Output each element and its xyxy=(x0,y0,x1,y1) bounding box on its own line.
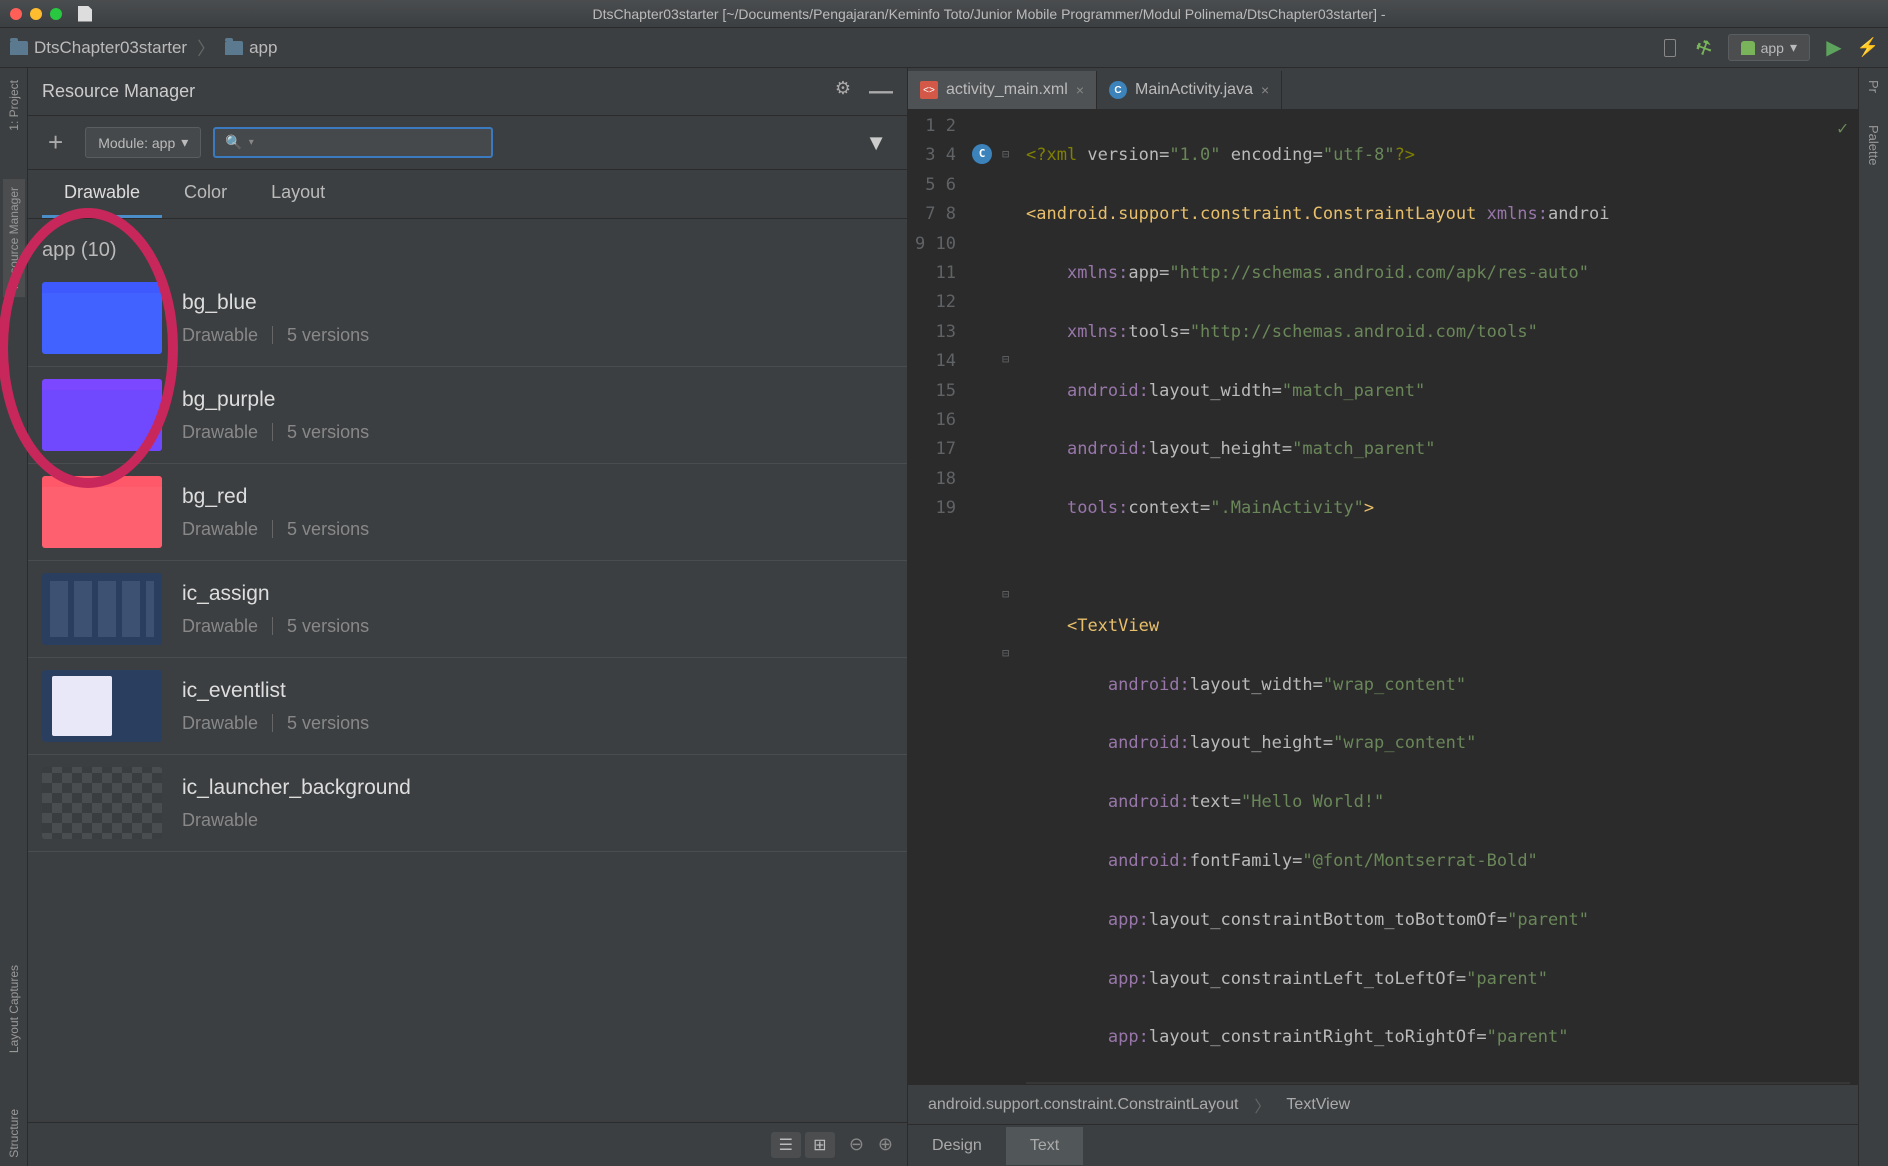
apply-changes-button[interactable]: ⚡ xyxy=(1858,38,1878,58)
close-window-button[interactable] xyxy=(10,8,22,20)
breadcrumb-child[interactable]: TextView xyxy=(1286,1096,1350,1114)
java-file-icon: C xyxy=(1109,81,1127,99)
grid-view-button[interactable]: ⊞ xyxy=(805,1132,835,1158)
resource-manager-tool-button[interactable]: Resource Manager xyxy=(3,179,25,297)
add-resource-button[interactable]: + xyxy=(38,127,73,158)
maximize-window-button[interactable] xyxy=(50,8,62,20)
chevron-right-icon: 〉 xyxy=(1254,1093,1270,1117)
resource-thumbnail xyxy=(42,573,162,645)
editor-container: <> activity_main.xml × C MainActivity.ja… xyxy=(908,68,1858,1166)
right-tool-rail: Pr Palette xyxy=(1858,68,1888,1166)
project-tool-button[interactable]: 1: Project xyxy=(3,72,25,139)
filter-icon[interactable]: ▼ xyxy=(865,130,887,156)
folder-icon xyxy=(10,41,28,55)
toolbar-right: ⚒ app ▾ ▶ ⚡ xyxy=(1660,34,1878,61)
editor-tab-xml[interactable]: <> activity_main.xml × xyxy=(908,71,1097,109)
close-tab-icon[interactable]: × xyxy=(1261,82,1269,98)
element-breadcrumb: android.support.constraint.ConstraintLay… xyxy=(908,1084,1858,1124)
gear-icon[interactable]: ⚙ xyxy=(835,78,851,106)
minimize-window-button[interactable] xyxy=(30,8,42,20)
palette-tool-button[interactable]: Palette xyxy=(1862,119,1885,171)
line-gutter: 1 2 3 4 5 6 7 8 9 10 11 12 13 14 15 16 1… xyxy=(908,110,968,1084)
editor-tabs: <> activity_main.xml × C MainActivity.ja… xyxy=(908,68,1858,110)
device-icon[interactable] xyxy=(1660,38,1680,58)
layout-captures-tool-button[interactable]: Layout Captures xyxy=(3,957,25,1061)
resource-item[interactable]: ic_launcher_background Drawable xyxy=(28,755,907,852)
resource-thumbnail xyxy=(42,282,162,354)
panel-footer: ☰ ⊞ ⊖ ⊕ xyxy=(28,1122,907,1166)
left-tool-rail: 1: Project Resource Manager Layout Captu… xyxy=(0,68,28,1166)
navigation-bar: DtsChapter03starter 〉 app ⚒ app ▾ ▶ ⚡ xyxy=(0,28,1888,68)
check-icon: ✓ xyxy=(1837,114,1848,143)
class-badge-icon[interactable]: C xyxy=(972,144,992,164)
fold-icon[interactable]: ⊟ xyxy=(1002,639,1009,668)
design-text-tabs: Design Text xyxy=(908,1124,1858,1166)
tab-drawable[interactable]: Drawable xyxy=(42,170,162,218)
resource-manager-panel: Resource Manager ⚙ — + Module: app ▾ 🔍 ▾… xyxy=(28,68,908,1166)
panel-title: Resource Manager xyxy=(42,81,195,102)
breadcrumb-project[interactable]: DtsChapter03starter xyxy=(10,38,187,58)
resource-thumbnail xyxy=(42,670,162,742)
close-tab-icon[interactable]: × xyxy=(1076,82,1084,98)
resource-tabs: Drawable Color Layout xyxy=(28,170,907,219)
resource-item[interactable]: bg_blue Drawable5 versions xyxy=(28,270,907,367)
breadcrumb-parent[interactable]: android.support.constraint.ConstraintLay… xyxy=(928,1096,1238,1114)
xml-file-icon: <> xyxy=(920,81,938,99)
zoom-in-button[interactable]: ⊕ xyxy=(878,1134,893,1155)
tab-layout[interactable]: Layout xyxy=(249,170,347,218)
tab-design[interactable]: Design xyxy=(908,1127,1006,1165)
section-header: app (10) xyxy=(28,219,907,270)
breadcrumb: DtsChapter03starter 〉 app xyxy=(10,35,277,61)
fold-icon[interactable]: ⊟ xyxy=(1002,140,1009,169)
module-selector[interactable]: Module: app ▾ xyxy=(85,127,201,158)
chevron-down-icon: ▾ xyxy=(1790,39,1797,56)
zoom-out-button[interactable]: ⊖ xyxy=(849,1134,864,1155)
chevron-right-icon: 〉 xyxy=(197,35,215,61)
resource-item[interactable]: ic_eventlist Drawable5 versions xyxy=(28,658,907,755)
folder-icon xyxy=(225,41,243,55)
code-editor[interactable]: ✓ 1 2 3 4 5 6 7 8 9 10 11 12 13 14 15 16… xyxy=(908,110,1858,1084)
android-icon xyxy=(1741,41,1755,55)
resource-item[interactable]: ic_assign Drawable5 versions xyxy=(28,561,907,658)
document-icon xyxy=(78,6,92,22)
structure-tool-button[interactable]: Structure xyxy=(3,1101,25,1166)
resource-thumbnail xyxy=(42,476,162,548)
list-view-button[interactable]: ☰ xyxy=(771,1132,801,1158)
fold-icon[interactable]: ⊟ xyxy=(1002,580,1009,609)
resource-thumbnail xyxy=(42,379,162,451)
code-area[interactable]: <?xml version="1.0" encoding="utf-8"?> <… xyxy=(1018,110,1858,1084)
chevron-down-icon: ▾ xyxy=(249,137,254,148)
hide-panel-button[interactable]: — xyxy=(869,78,893,106)
panel-header: Resource Manager ⚙ — xyxy=(28,68,907,116)
resource-list: bg_blue Drawable5 versions bg_purple Dra… xyxy=(28,270,907,1122)
titlebar: DtsChapter03starter [~/Documents/Pengaja… xyxy=(0,0,1888,28)
resource-item[interactable]: bg_red Drawable5 versions xyxy=(28,464,907,561)
fold-icon[interactable]: ⊟ xyxy=(1002,345,1009,374)
build-button[interactable]: ⚒ xyxy=(1690,34,1717,61)
search-input[interactable]: 🔍 ▾ xyxy=(213,127,493,158)
editor-tab-java[interactable]: C MainActivity.java × xyxy=(1097,71,1282,109)
tab-color[interactable]: Color xyxy=(162,170,249,218)
resource-item[interactable]: bg_purple Drawable5 versions xyxy=(28,367,907,464)
resource-thumbnail xyxy=(42,767,162,839)
breadcrumb-module[interactable]: app xyxy=(225,38,277,58)
panel-toolbar: + Module: app ▾ 🔍 ▾ ▼ xyxy=(28,116,907,170)
gutter-annotations: C xyxy=(968,110,1000,1084)
run-config-selector[interactable]: app ▾ xyxy=(1728,34,1810,61)
window-title: DtsChapter03starter [~/Documents/Pengaja… xyxy=(100,6,1878,22)
search-icon: 🔍 xyxy=(225,134,242,151)
tab-text[interactable]: Text xyxy=(1006,1127,1083,1165)
run-button[interactable]: ▶ xyxy=(1824,38,1844,58)
window-controls xyxy=(10,8,62,20)
chevron-down-icon: ▾ xyxy=(181,134,188,151)
preview-tool-button[interactable]: Pr xyxy=(1862,74,1885,99)
fold-gutter: ⊟ ⊟ ⊟ ⊟ xyxy=(1000,110,1018,1084)
